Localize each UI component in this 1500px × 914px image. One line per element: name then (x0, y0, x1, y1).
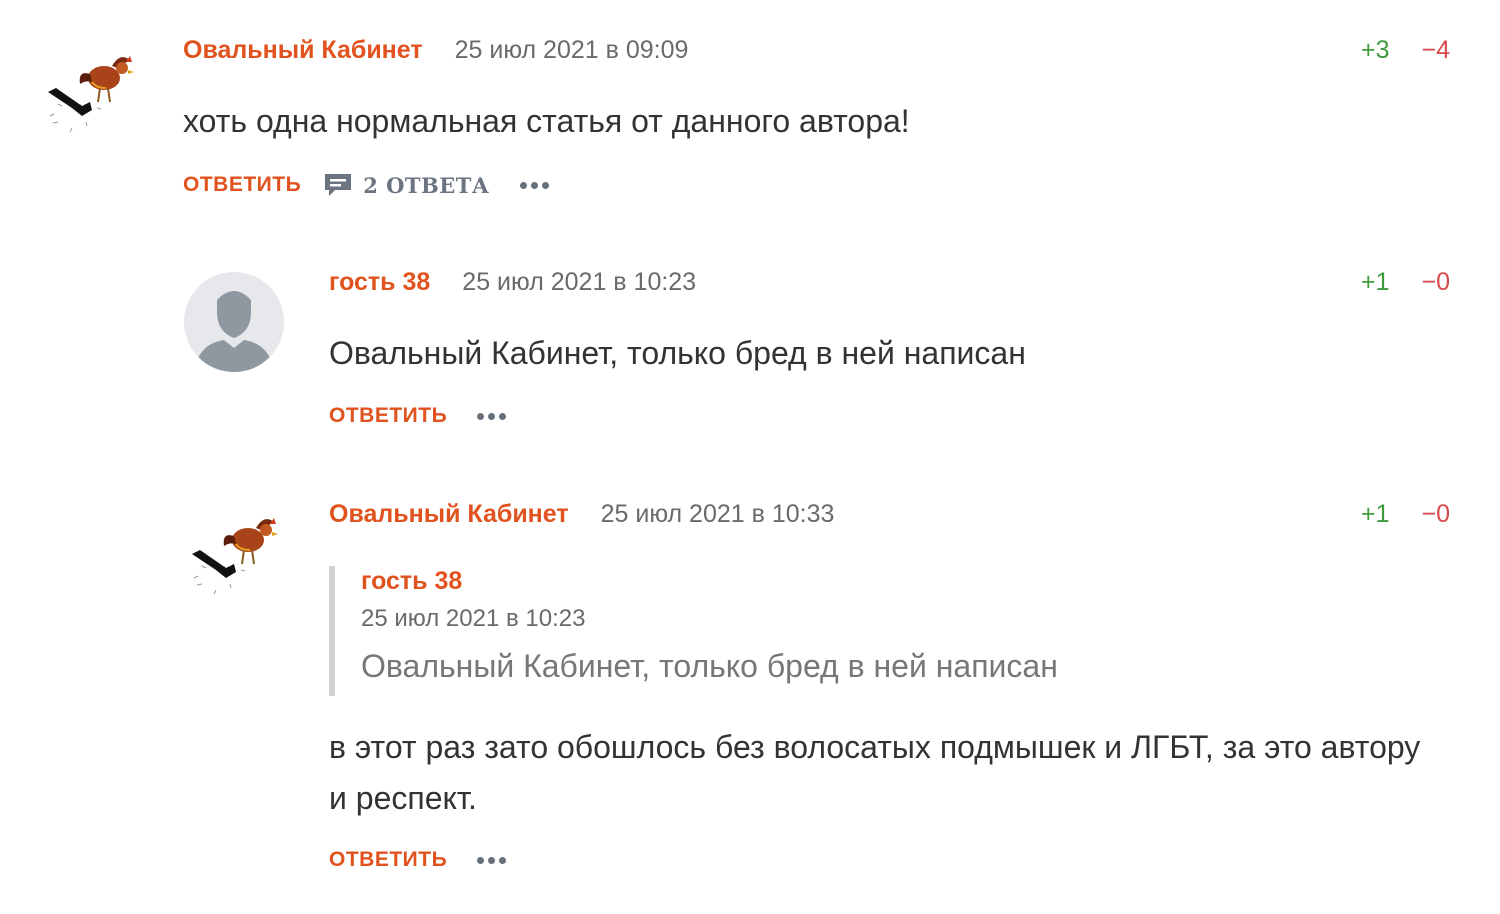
default-user-icon[interactable] (184, 272, 284, 372)
comment-date: 25 июл 2021 в 10:23 (462, 268, 697, 296)
vote-up-button[interactable]: +3 (1361, 36, 1390, 65)
more-options-icon[interactable] (519, 181, 549, 189)
vote-counter: +1 −0 (1361, 500, 1450, 529)
vote-up-button[interactable]: +1 (1361, 268, 1390, 297)
reply-button[interactable]: ОТВЕТИТЬ (183, 173, 301, 197)
more-options-icon[interactable] (477, 856, 507, 864)
vote-down-button[interactable]: −0 (1421, 268, 1450, 297)
quoted-date: 25 июл 2021 в 10:23 (361, 605, 586, 632)
comment-meta: Овальный Кабинет 25 июл 2021 в 10:33 (329, 500, 834, 529)
quoted-comment: гость 38 25 июл 2021 в 10:23 Овальный Ка… (329, 566, 1261, 696)
comment-author[interactable]: Овальный Кабинет (329, 500, 569, 529)
comment-actions: ОТВЕТИТЬ (329, 848, 507, 872)
comment-date: 25 июл 2021 в 10:33 (600, 500, 835, 528)
comment-actions: ОТВЕТИТЬ 2 ОТВЕТА (183, 172, 549, 198)
vote-counter: +3 −4 (1361, 36, 1450, 65)
comment-meta: гость 38 25 июл 2021 в 10:23 (329, 268, 696, 297)
reply-button[interactable]: ОТВЕТИТЬ (329, 848, 447, 872)
rooster-avatar-icon[interactable] (42, 48, 142, 148)
comment-text: Овальный Кабинет, только бред в ней напи… (329, 335, 1026, 371)
quoted-text: Овальный Кабинет, только бред в ней напи… (361, 648, 1058, 684)
more-options-icon[interactable] (477, 412, 507, 420)
comment-text: хоть одна нормальная статья от данного а… (183, 103, 910, 139)
comment-author[interactable]: Овальный Кабинет (183, 36, 423, 65)
vote-up-button[interactable]: +1 (1361, 500, 1390, 529)
reply-button[interactable]: ОТВЕТИТЬ (329, 404, 447, 428)
comment-meta: Овальный Кабинет 25 июл 2021 в 09:09 (183, 36, 688, 65)
rooster-avatar-icon[interactable] (186, 510, 286, 610)
vote-counter: +1 −0 (1361, 268, 1450, 297)
quoted-author[interactable]: гость 38 (361, 566, 1261, 596)
answers-count-label: 2 ОТВЕТА (363, 172, 490, 198)
comment-text: в этот раз зато обошлось без волосатых п… (329, 729, 1421, 816)
comment-date: 25 июл 2021 в 09:09 (454, 36, 689, 64)
comment-actions: ОТВЕТИТЬ (329, 404, 507, 428)
speech-bubble-icon (325, 174, 352, 196)
vote-down-button[interactable]: −0 (1421, 500, 1450, 529)
answers-toggle[interactable]: 2 ОТВЕТА (323, 172, 489, 198)
comment-author[interactable]: гость 38 (329, 268, 430, 297)
vote-down-button[interactable]: −4 (1421, 36, 1450, 65)
